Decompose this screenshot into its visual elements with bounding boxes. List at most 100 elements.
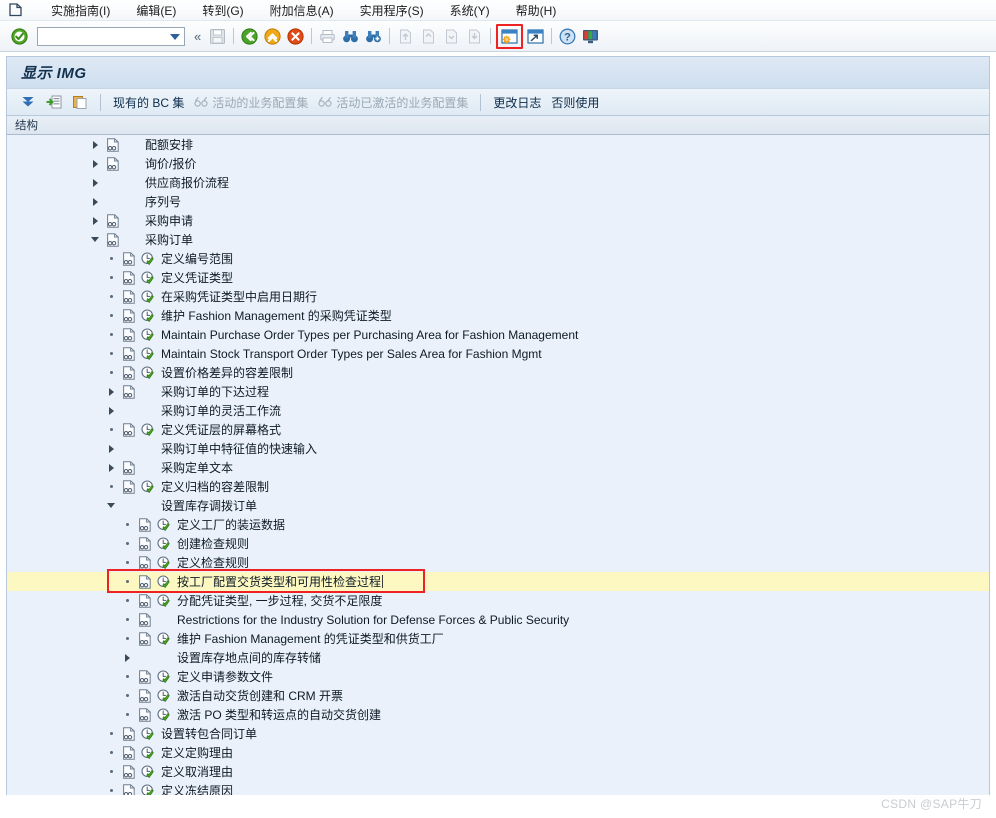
img-activity-doc-icon[interactable] [135,688,154,703]
tree-item-label[interactable]: 设置库存地点间的库存转储 [173,649,321,666]
tree-item-label[interactable]: 分配凭证类型, 一步过程, 交货不足限度 [173,592,382,609]
paste-button[interactable] [67,91,93,113]
tree-expand-arrow-icon[interactable] [87,140,103,149]
tree-row[interactable]: 采购订单的下达过程 [7,382,989,401]
tree-row[interactable]: 定义检查规则 [7,553,989,572]
tree-row[interactable]: 设置库存地点间的库存转储 [7,648,989,667]
tree-item-label[interactable]: 设置转包合同订单 [157,725,257,742]
tree-item-label[interactable]: 采购订单的下达过程 [157,383,269,400]
tree-item-label[interactable]: 采购申请 [141,212,193,229]
img-activity-doc-icon[interactable] [135,555,154,570]
tree-row[interactable]: Maintain Stock Transport Order Types per… [7,344,989,363]
collapse-all-button[interactable] [15,91,41,113]
tree-item-label[interactable]: 序列号 [141,193,181,210]
img-activity-doc-icon[interactable] [119,745,138,760]
img-activity-doc-icon[interactable] [135,612,154,627]
tree-row[interactable]: 定义申请参数文件 [7,667,989,686]
binoculars-plus-icon[interactable] [362,25,385,48]
img-activity-doc-icon[interactable] [119,726,138,741]
tree-row[interactable]: 维护 Fashion Management 的凭证类型和供货工厂 [7,629,989,648]
tree-row[interactable]: 设置价格差异的容差限制 [7,363,989,382]
img-activity-doc-icon[interactable] [103,156,122,171]
img-activity-doc-icon[interactable] [135,517,154,532]
binoculars-icon[interactable] [339,25,362,48]
menu-item-additional-information[interactable]: 附加信息(A) [257,0,347,21]
img-activity-doc-icon[interactable] [119,460,138,475]
tree-item-label[interactable]: 询价/报价 [141,155,196,172]
tree-item-label[interactable]: 按工厂配置交货类型和可用性检查过程 [173,573,384,590]
tree-expand-arrow-icon[interactable] [119,653,135,662]
tree-item-label[interactable]: 采购订单的灵活工作流 [157,402,281,419]
tree-row[interactable]: 在采购凭证类型中启用日期行 [7,287,989,306]
menu-item-system[interactable]: 系统(Y) [437,0,503,21]
tree-item-label[interactable]: 维护 Fashion Management 的采购凭证类型 [157,307,392,324]
change-log-button[interactable]: 更改日志 [488,91,546,113]
window-shortcut-icon[interactable] [524,25,547,48]
tree-row[interactable]: 询价/报价 [7,154,989,173]
img-activity-doc-icon[interactable] [119,783,138,795]
img-activity-doc-icon[interactable] [119,365,138,380]
tree-row[interactable]: 定义归档的容差限制 [7,477,989,496]
img-activity-doc-icon[interactable] [135,631,154,646]
tree-item-label[interactable]: 维护 Fashion Management 的凭证类型和供货工厂 [173,630,444,647]
green-back-arrow-icon[interactable] [238,25,261,48]
tree-row[interactable]: 配额安排 [7,135,989,154]
img-activity-doc-icon[interactable] [119,384,138,399]
tree-item-label[interactable]: 设置价格差异的容差限制 [157,364,293,381]
tree-row[interactable]: 定义定购理由 [7,743,989,762]
tree-item-label[interactable]: 定义凭证层的屏幕格式 [157,421,281,438]
img-activity-doc-icon[interactable] [135,574,154,589]
tree-row[interactable]: 采购定单文本 [7,458,989,477]
tree-item-label[interactable]: 供应商报价流程 [141,174,229,191]
tree-item-label[interactable]: 激活自动交货创建和 CRM 开票 [173,687,343,704]
tree-item-label[interactable]: 定义编号范围 [157,250,233,267]
tree-row[interactable]: 分配凭证类型, 一步过程, 交货不足限度 [7,591,989,610]
tree-expand-arrow-icon[interactable] [103,406,119,415]
tree-row[interactable]: Restrictions for the Industry Solution f… [7,610,989,629]
tree-item-label[interactable]: 配额安排 [141,136,193,153]
img-activity-doc-icon[interactable] [135,707,154,722]
tree-collapse-arrow-icon[interactable] [103,503,119,508]
sap-system-menu-icon[interactable] [6,2,24,18]
existing-bc-sets-button[interactable]: 现有的 BC 集 [108,91,189,113]
next-page-icon[interactable] [440,25,463,48]
tree-item-label[interactable]: 定义冻结原因 [157,782,233,795]
command-field[interactable] [37,26,185,46]
tree-item-label[interactable]: 定义归档的容差限制 [157,478,269,495]
tree-item-label[interactable]: 定义凭证类型 [157,269,233,286]
img-activity-doc-icon[interactable] [103,213,122,228]
menu-item-utilities[interactable]: 实用程序(S) [347,0,437,21]
tree-collapse-arrow-icon[interactable] [87,237,103,242]
last-page-icon[interactable] [463,25,486,48]
img-activity-doc-icon[interactable] [135,593,154,608]
tree-row[interactable]: 激活 PO 类型和转运点的自动交货创建 [7,705,989,724]
tree-row[interactable]: 供应商报价流程 [7,173,989,192]
command-input[interactable] [38,28,162,44]
img-activity-doc-icon[interactable] [119,327,138,342]
first-page-icon[interactable] [394,25,417,48]
tree-item-label[interactable]: 创建检查规则 [173,535,249,552]
tree-expand-arrow-icon[interactable] [103,444,119,453]
tree-item-label[interactable]: 在采购凭证类型中启用日期行 [157,288,317,305]
img-activity-doc-icon[interactable] [119,346,138,361]
tree-row[interactable]: 定义冻结原因 [7,781,989,795]
tree-item-label[interactable]: Restrictions for the Industry Solution f… [173,613,569,627]
tree-item-label[interactable]: 定义工厂的装运数据 [173,516,285,533]
tree-row[interactable]: 创建检查规则 [7,534,989,553]
img-activity-doc-icon[interactable] [119,422,138,437]
img-activity-doc-icon[interactable] [119,289,138,304]
tree-row[interactable]: 定义凭证层的屏幕格式 [7,420,989,439]
tree-expand-arrow-icon[interactable] [103,463,119,472]
img-structure-tree[interactable]: 配额安排 询价/报价 供应商报价流程 序列号 采购申请 采购订单 定义编号范围 定义凭证类型在… [6,135,990,795]
green-check-enter-icon[interactable] [8,25,31,48]
tree-row[interactable]: 采购订单的灵活工作流 [7,401,989,420]
menu-item-help[interactable]: 帮助(H) [503,0,570,21]
save-button[interactable] [206,25,229,48]
img-activity-doc-icon[interactable] [119,251,138,266]
tree-expand-arrow-icon[interactable] [103,387,119,396]
img-activity-doc-icon[interactable] [135,536,154,551]
img-activity-doc-icon[interactable] [135,669,154,684]
expand-node-button[interactable] [41,91,67,113]
tree-row[interactable]: 定义凭证类型 [7,268,989,287]
printer-icon[interactable] [316,25,339,48]
